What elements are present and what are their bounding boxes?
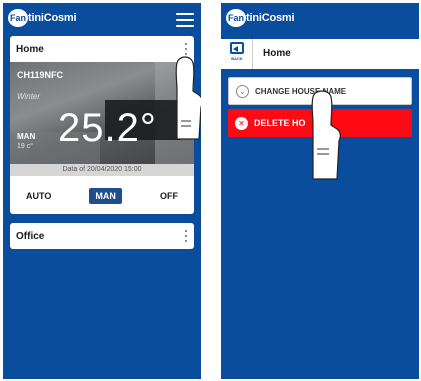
home-card-header: Home — [10, 36, 194, 62]
back-arrow-icon — [230, 42, 244, 54]
logo-badge: Fan — [226, 9, 246, 27]
logo-text: tiniCosmi — [246, 12, 295, 24]
setpoint-label: 19 c° — [17, 143, 34, 150]
office-card-title: Office — [16, 231, 45, 242]
home-card[interactable]: Home CH119NFC Winter 25.2° MAN 19 c° Dat… — [10, 36, 194, 214]
house-title: Home — [263, 48, 291, 59]
back-button[interactable]: BACK — [227, 42, 247, 66]
phone-screen-home-list: Fan tiniCosmi Home CH119NFC Winter 25.2°… — [3, 3, 201, 379]
mode-man-button[interactable]: MAN — [89, 188, 122, 204]
season-label: Winter — [17, 92, 41, 101]
phone-screen-house-options: Fan tiniCosmi BACK Home ⌄ CHANGE HOUSE N… — [221, 3, 419, 379]
house-header-bar: BACK Home — [221, 39, 419, 69]
chevron-down-icon: ⌄ — [236, 84, 249, 98]
delete-house-label: DELETE HO — [254, 118, 306, 128]
current-temperature: 25.2° — [58, 106, 157, 150]
change-house-name-label: CHANGE HOUSE NAME — [255, 86, 347, 96]
more-vertical-icon[interactable] — [184, 230, 188, 242]
change-house-name-button[interactable]: ⌄ CHANGE HOUSE NAME — [228, 77, 412, 105]
mode-auto-button[interactable]: AUTO — [20, 188, 57, 204]
brand-logo: Fan tiniCosmi — [226, 9, 295, 27]
top-bar: Fan tiniCosmi — [221, 3, 419, 33]
mode-off-button[interactable]: OFF — [154, 188, 184, 204]
office-card[interactable]: Office — [10, 223, 194, 249]
logo-badge: Fan — [8, 9, 28, 27]
close-icon: ✕ — [235, 116, 248, 130]
logo-text: tiniCosmi — [28, 12, 77, 24]
mode-selector: AUTO MAN OFF — [10, 184, 194, 208]
last-update-date: Data of 20/04/2020 15:00 — [10, 164, 194, 176]
more-vertical-icon[interactable] — [184, 43, 188, 55]
office-card-header: Office — [10, 223, 194, 249]
device-name: CH119NFC — [17, 70, 64, 80]
top-bar: Fan tiniCosmi — [3, 3, 201, 33]
hamburger-menu-icon[interactable] — [176, 13, 194, 27]
current-mode-label: MAN — [17, 132, 36, 141]
delete-house-button[interactable]: ✕ DELETE HO — [228, 109, 412, 137]
brand-logo: Fan tiniCosmi — [8, 9, 77, 27]
home-card-title: Home — [16, 44, 44, 55]
back-label: BACK — [231, 56, 243, 61]
thermostat-photo[interactable]: CH119NFC Winter 25.2° MAN 19 c° — [10, 62, 194, 164]
